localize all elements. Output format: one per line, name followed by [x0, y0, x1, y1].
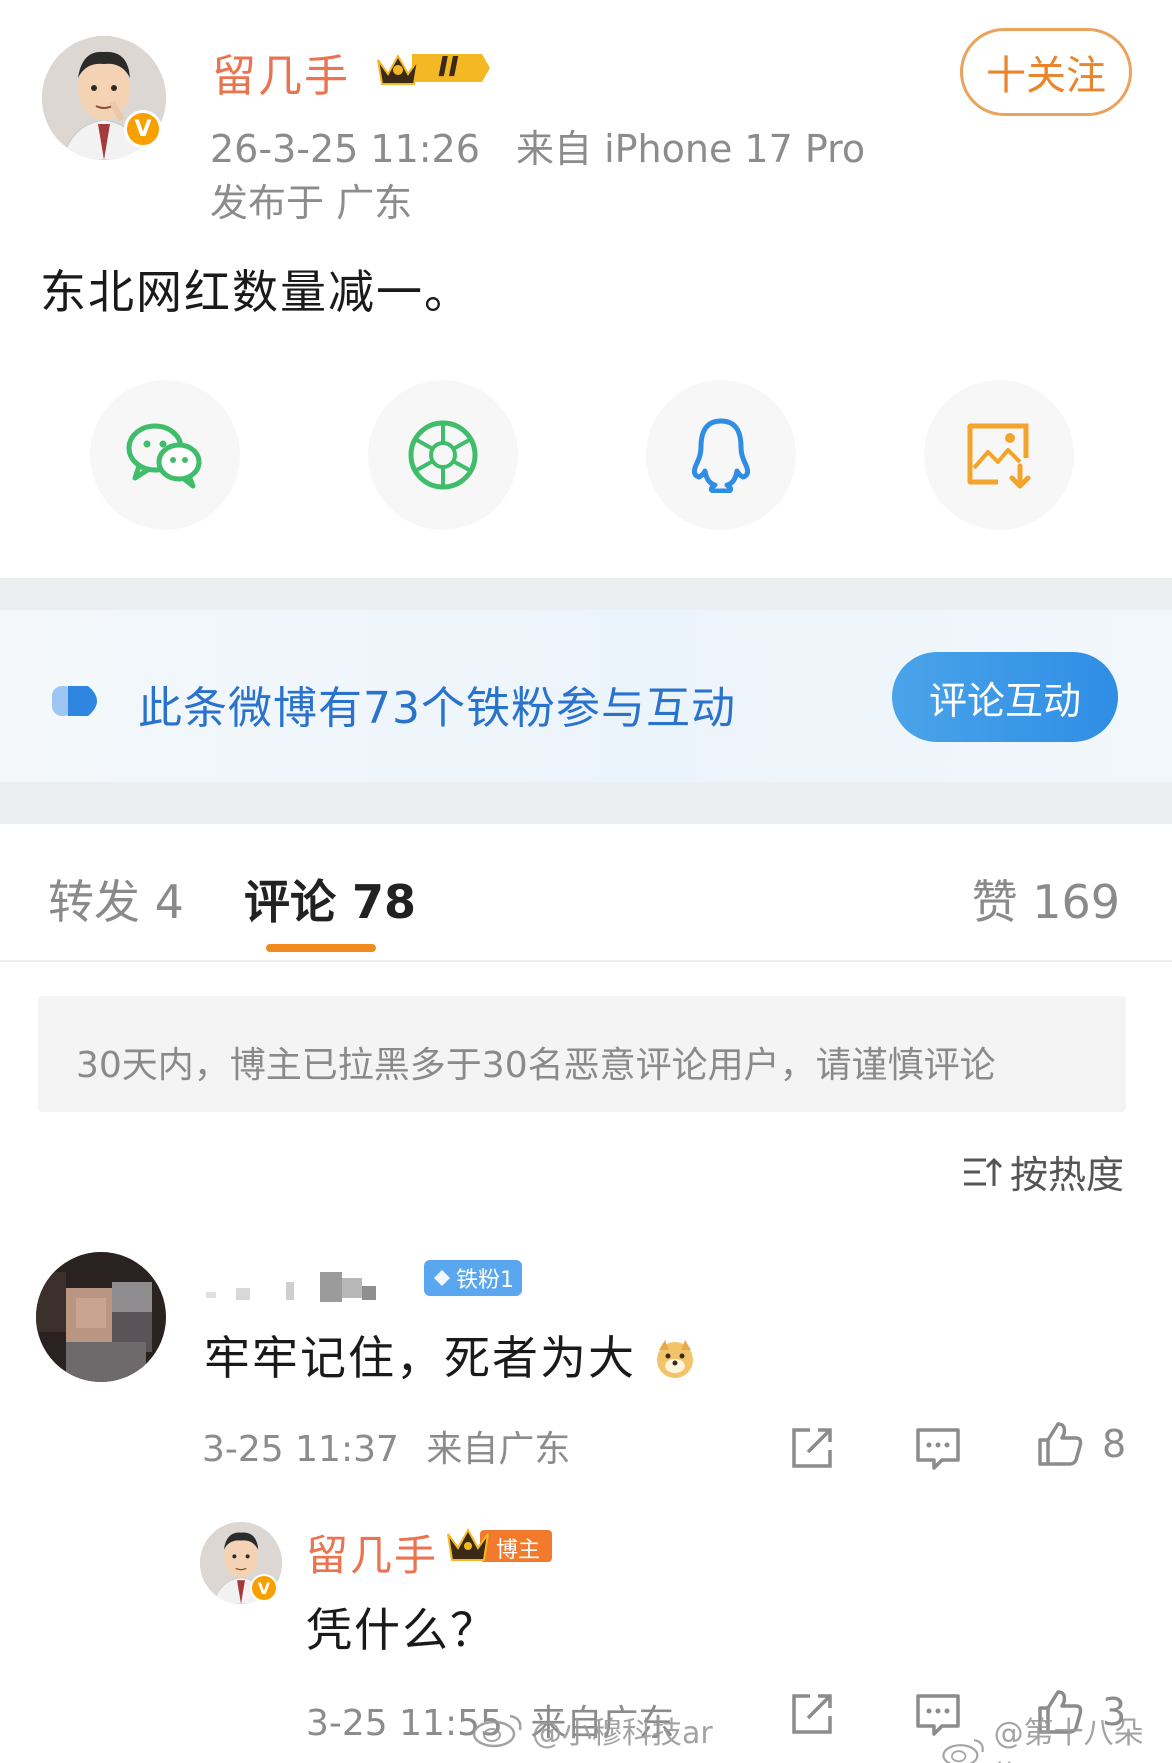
comment-time: 3-25 11:37	[202, 1429, 399, 1470]
verified-badge-icon: V	[124, 110, 162, 148]
watermark-left-text: @小穆科技ar	[532, 1716, 713, 1751]
post-source: 来自 iPhone 17 Pro	[516, 127, 866, 171]
fans-arrow-icon	[52, 680, 108, 726]
share-out-icon	[792, 1428, 832, 1468]
follow-button[interactable]: 十关注	[960, 28, 1132, 116]
comment-interact-button[interactable]: 评论互动	[892, 652, 1118, 742]
comment-source: 来自广东	[426, 1429, 571, 1470]
share-qq-button[interactable]	[646, 380, 796, 530]
commenter-name-blurred[interactable]	[206, 1262, 406, 1306]
repost-reply-button[interactable]	[788, 1690, 836, 1742]
sort-label: 按热度	[1009, 1153, 1124, 1197]
section-divider	[0, 782, 1172, 824]
share-moments-button[interactable]	[368, 380, 518, 530]
reply-author-name[interactable]: 留几手	[306, 1522, 438, 1583]
sort-control[interactable]: 按热度	[962, 1144, 1124, 1199]
blogger-badge-label: 博主	[496, 1538, 541, 1563]
post-meta: 26-3-25 11:26 来自 iPhone 17 Pro	[210, 118, 865, 173]
author-name[interactable]: 留几手	[212, 40, 350, 104]
comment-notice-text: 30天内，博主已拉黑多于30名恶意评论用户，请谨慎评论	[76, 1045, 996, 1086]
reply-text: 凭什么？	[306, 1603, 498, 1657]
qq-icon	[691, 418, 751, 493]
weibo-logo-icon	[942, 1739, 984, 1763]
like-comment-button[interactable]: 8	[1036, 1420, 1126, 1468]
fan-badge-label: 铁粉1	[456, 1268, 514, 1293]
iron-fan-badge: 铁粉1	[424, 1260, 522, 1296]
like-count: 8	[1102, 1422, 1127, 1466]
watermark-right: @第十八朵梅	[940, 1708, 1172, 1763]
weibo-logo-icon	[472, 1714, 522, 1748]
comment-bubble-icon	[916, 1428, 960, 1470]
post-timestamp: 26-3-25 11:26	[210, 127, 480, 171]
moments-icon	[408, 420, 478, 490]
section-divider	[0, 578, 1172, 610]
post-content: 东北网红数量减一。	[40, 265, 472, 319]
reply-comment-button[interactable]	[914, 1424, 962, 1476]
member-crown-badge: II	[372, 44, 496, 92]
tab-divider	[0, 960, 1172, 962]
level-badge-text: II	[438, 50, 459, 83]
watermark-left: @小穆科技ar	[470, 1708, 713, 1752]
crown-icon	[377, 53, 490, 85]
watermark-right-text: @第十八朵梅	[993, 1716, 1144, 1763]
save-image-button[interactable]	[924, 380, 1074, 530]
post-location: 发布于 广东	[210, 181, 413, 225]
save-image-icon	[967, 423, 1031, 489]
tab-comment[interactable]: 评论 78	[244, 866, 416, 932]
comment-text: 牢牢记住，死者为大	[204, 1322, 697, 1388]
fans-interaction-text: 此条微博有73个铁粉参与互动	[138, 683, 736, 734]
tab-repost[interactable]: 转发 4	[48, 866, 184, 932]
share-out-icon	[792, 1694, 832, 1734]
comment-body: 牢牢记住，死者为大	[204, 1331, 636, 1385]
sort-icon	[963, 1157, 1002, 1186]
active-tab-indicator	[266, 944, 376, 952]
verified-badge-icon: V	[250, 1574, 278, 1602]
repost-comment-button[interactable]	[788, 1424, 836, 1476]
blurred-avatar-icon	[36, 1252, 166, 1382]
thumbs-up-icon	[1038, 1422, 1083, 1466]
comment-meta: 3-25 11:37 来自广东	[202, 1420, 570, 1472]
share-wechat-button[interactable]	[90, 380, 240, 530]
tab-like[interactable]: 赞 169	[972, 866, 1120, 932]
wechat-icon	[126, 423, 202, 489]
diamond-icon	[434, 1270, 450, 1286]
commenter-avatar[interactable]	[36, 1252, 166, 1382]
doge-emoji-icon	[656, 1340, 693, 1378]
